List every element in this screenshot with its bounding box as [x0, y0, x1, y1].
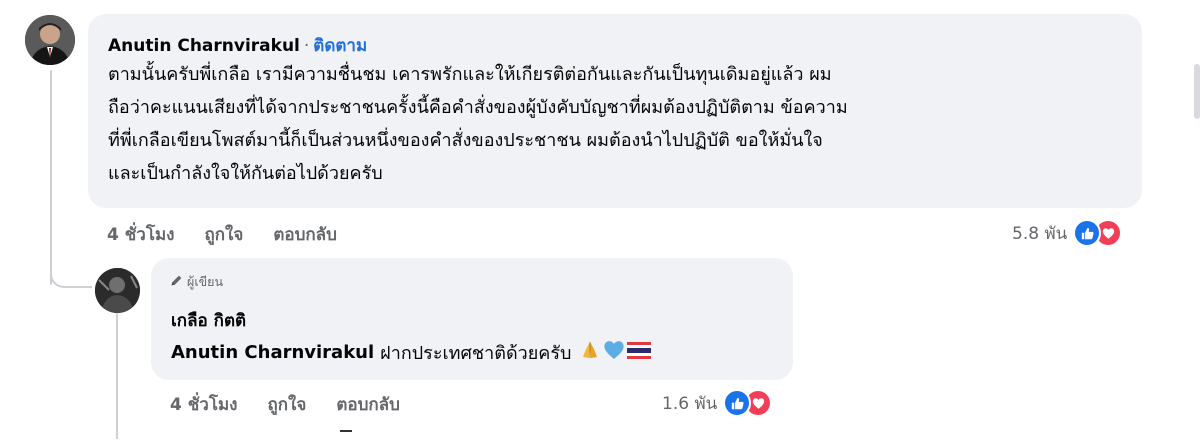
blue-heart-icon: [603, 339, 625, 366]
tagged-user[interactable]: Anutin Charnvirakul: [171, 342, 374, 363]
folded-hands-icon: [579, 339, 601, 366]
timestamp[interactable]: 4 ชั่วโมง: [107, 221, 174, 248]
reaction-count: 5.8 พัน: [1012, 223, 1068, 244]
next-comment-fragment: [340, 430, 352, 441]
thai-flag-icon: [627, 341, 652, 364]
reply-text: Anutin Charnvirakul ฝากประเทศชาติด้วยครั…: [171, 338, 652, 367]
reply-reply-button[interactable]: ตอบกลับ: [336, 391, 400, 418]
reply-author-name[interactable]: เกลือ กิตติ: [171, 307, 246, 334]
comment-text: ตามนั้นครับพี่เกลือ เรามีความชื่นชม เคาร…: [108, 64, 848, 184]
reply-timestamp[interactable]: 4 ชั่วโมง: [170, 391, 237, 418]
comment-header: Anutin Charnvirakul · ติดตาม: [108, 32, 367, 59]
separator: ·: [303, 36, 310, 56]
author-name[interactable]: Anutin Charnvirakul: [108, 36, 300, 56]
reply-body: ฝากประเทศชาติด้วยครับ: [380, 343, 572, 364]
reply-reaction-summary[interactable]: 1.6 พัน: [662, 389, 773, 417]
reply-actions: 4 ชั่วโมง ถูกใจ ตอบกลับ: [170, 391, 400, 418]
reply-thread-line: [116, 300, 118, 439]
reply-button[interactable]: ตอบกลับ: [273, 221, 337, 248]
emoji-group: [579, 339, 652, 366]
reply-bubble: ผู้เขียน เกลือ กิตติ Anutin Charnvirakul…: [151, 258, 793, 380]
comment-actions: 4 ชั่วโมง ถูกใจ ตอบกลับ: [107, 221, 337, 248]
comment-bubble: Anutin Charnvirakul · ติดตาม ตามนั้นครับพี…: [88, 14, 1142, 208]
like-button[interactable]: ถูกใจ: [204, 221, 243, 248]
author-badge-label: ผู้เขียน: [187, 274, 224, 289]
reply-like-button[interactable]: ถูกใจ: [267, 391, 306, 418]
reply-reaction-count: 1.6 พัน: [662, 393, 718, 414]
pencil-icon: [170, 274, 183, 290]
author-badge: ผู้เขียน: [170, 272, 223, 292]
avatar[interactable]: [25, 15, 75, 65]
thread-connector: [50, 248, 92, 288]
follow-button[interactable]: ติดตาม: [313, 36, 367, 56]
scrollbar-thumb[interactable]: [1194, 64, 1200, 119]
reply-avatar[interactable]: [95, 268, 140, 313]
reaction-summary[interactable]: 5.8 พัน: [1012, 219, 1123, 247]
